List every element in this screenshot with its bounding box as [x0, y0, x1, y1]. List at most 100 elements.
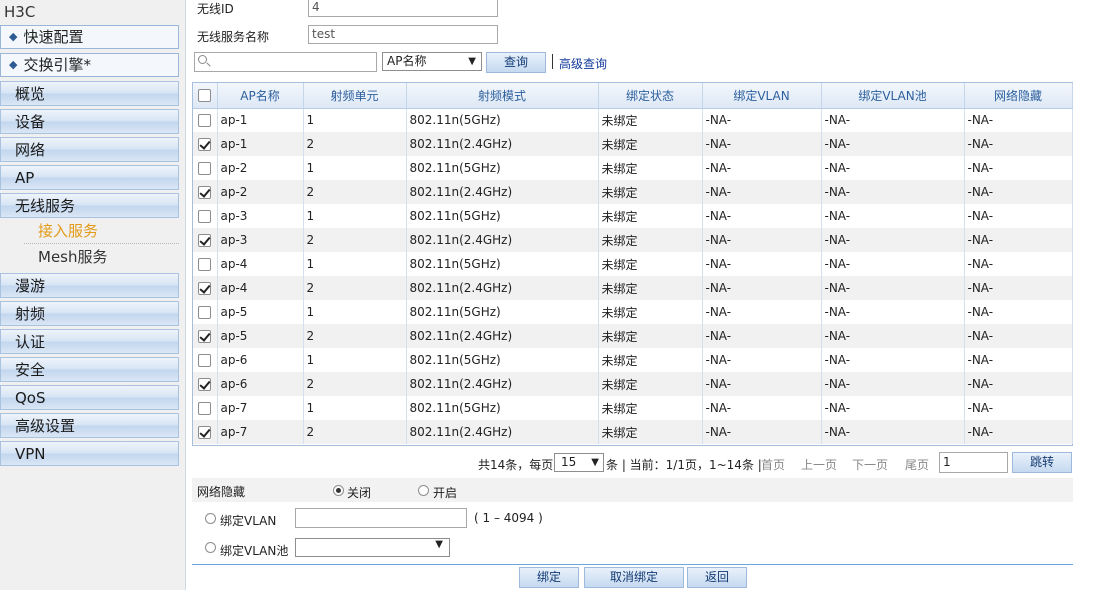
row-checkbox[interactable] — [198, 162, 212, 175]
table-row[interactable]: ap-6 1 802.11n(5GHz) 未绑定 -NA- -NA- -NA- — [193, 348, 1073, 372]
row-checkbox[interactable] — [198, 330, 212, 343]
table-row[interactable]: ap-5 1 802.11n(5GHz) 未绑定 -NA- -NA- -NA- — [193, 300, 1073, 324]
cell-bind-vlan-pool: -NA- — [821, 324, 965, 348]
back-button[interactable]: 返回 — [687, 567, 747, 588]
bind-vlan-radio[interactable] — [205, 513, 216, 524]
sidebar-item-auth[interactable]: 认证 — [0, 329, 179, 354]
cell-radio-unit: 2 — [303, 420, 407, 444]
cell-radio-unit: 1 — [303, 156, 407, 180]
sidebar-item-ap[interactable]: AP — [0, 165, 179, 190]
table-row[interactable]: ap-7 2 802.11n(2.4GHz) 未绑定 -NA- -NA- -NA- — [193, 420, 1073, 444]
row-checkbox[interactable] — [198, 114, 212, 128]
col-bind-vlan-pool[interactable]: 绑定VLAN池 — [821, 83, 965, 109]
sidebar-item-radio[interactable]: 射频 — [0, 301, 179, 326]
cell-bind-vlan-pool: -NA- — [821, 252, 965, 276]
pager-last[interactable]: 尾页 — [905, 456, 929, 473]
sidebar-item-vpn[interactable]: VPN — [0, 441, 179, 466]
row-checkbox[interactable] — [198, 402, 212, 415]
pager-prev[interactable]: 上一页 — [801, 456, 837, 473]
row-checkbox[interactable] — [198, 186, 212, 199]
service-name-field[interactable]: test — [308, 25, 498, 44]
table-row[interactable]: ap-3 2 802.11n(2.4GHz) 未绑定 -NA- -NA- -NA- — [193, 228, 1073, 252]
sidebar-sub-mesh-service[interactable]: Mesh服务 — [38, 245, 178, 269]
col-ap-name[interactable]: AP名称 — [217, 83, 304, 109]
hide-off-radio[interactable] — [333, 485, 344, 496]
sidebar-item-advanced[interactable]: 高级设置 — [0, 413, 179, 438]
table-row[interactable]: ap-1 1 802.11n(5GHz) 未绑定 -NA- -NA- -NA- — [193, 108, 1073, 132]
col-bind-vlan[interactable]: 绑定VLAN — [702, 83, 822, 109]
col-network-hidden[interactable]: 网络隐藏 — [964, 83, 1073, 109]
cell-radio-mode: 802.11n(2.4GHz) — [406, 228, 599, 252]
vlan-pool-select[interactable]: ▼ — [295, 538, 450, 557]
search-field-select[interactable]: AP名称 ▼ — [382, 52, 482, 71]
cell-network-hidden: -NA- — [964, 252, 1073, 276]
bind-vlan-pool-radio[interactable] — [205, 542, 216, 553]
table-row[interactable]: ap-2 1 802.11n(5GHz) 未绑定 -NA- -NA- -NA- — [193, 156, 1073, 180]
cell-bind-vlan-pool: -NA- — [821, 396, 965, 420]
cell-bind-vlan: -NA- — [702, 324, 822, 348]
cell-bind-status: 未绑定 — [598, 324, 703, 348]
service-name-label: 无线服务名称 — [197, 30, 270, 44]
wireless-id-field[interactable]: 4 — [308, 0, 498, 17]
col-radio-unit[interactable]: 射频单元 — [303, 83, 407, 109]
table-row[interactable]: ap-4 1 802.11n(5GHz) 未绑定 -NA- -NA- -NA- — [193, 252, 1073, 276]
cell-bind-vlan-pool: -NA- — [821, 156, 965, 180]
table-row[interactable]: ap-7 1 802.11n(5GHz) 未绑定 -NA- -NA- -NA- — [193, 396, 1073, 420]
bind-vlan-label: 绑定VLAN — [220, 514, 277, 528]
page-number-input[interactable]: 1 — [939, 452, 1008, 473]
table-row[interactable]: ap-2 2 802.11n(2.4GHz) 未绑定 -NA- -NA- -NA- — [193, 180, 1073, 204]
page-size-value: 15 — [561, 455, 577, 469]
sidebar-item-device[interactable]: 设备 — [0, 109, 179, 134]
row-checkbox[interactable] — [198, 282, 212, 295]
table-row[interactable]: ap-5 2 802.11n(2.4GHz) 未绑定 -NA- -NA- -NA- — [193, 324, 1073, 348]
cell-ap-name: ap-4 — [217, 252, 304, 276]
sidebar-quick-config[interactable]: ◆ 快速配置 — [0, 25, 179, 49]
row-checkbox[interactable] — [198, 306, 212, 319]
table-row[interactable]: ap-6 2 802.11n(2.4GHz) 未绑定 -NA- -NA- -NA- — [193, 372, 1073, 396]
col-radio-mode[interactable]: 射频模式 — [406, 83, 599, 109]
query-button[interactable]: 查询 — [486, 52, 546, 73]
cell-network-hidden: -NA- — [964, 228, 1073, 252]
table-row[interactable]: ap-1 2 802.11n(2.4GHz) 未绑定 -NA- -NA- -NA- — [193, 132, 1073, 156]
advanced-query-link[interactable]: 高级查询 — [559, 55, 607, 72]
main-content: 无线ID 4 无线服务名称 test AP名称 ▼ 查询 高级查询 AP名称 射… — [192, 0, 1093, 590]
cell-bind-vlan-pool: -NA- — [821, 180, 965, 204]
row-checkbox[interactable] — [198, 378, 212, 391]
row-checkbox[interactable] — [198, 258, 212, 271]
jump-button[interactable]: 跳转 — [1012, 452, 1072, 473]
cell-radio-mode: 802.11n(2.4GHz) — [406, 180, 599, 204]
sidebar-item-network[interactable]: 网络 — [0, 137, 179, 162]
sidebar-item-roaming[interactable]: 漫游 — [0, 273, 179, 298]
col-bind-status[interactable]: 绑定状态 — [598, 83, 703, 109]
row-checkbox[interactable] — [198, 354, 212, 367]
row-checkbox[interactable] — [198, 234, 212, 247]
row-checkbox[interactable] — [198, 426, 212, 439]
sidebar-item-wireless-service[interactable]: 无线服务 — [0, 193, 179, 218]
sidebar-item-security[interactable]: 安全 — [0, 357, 179, 382]
select-all-checkbox[interactable] — [198, 89, 212, 103]
sidebar-sub-access-service[interactable]: 接入服务 — [38, 219, 178, 243]
cell-network-hidden: -NA- — [964, 156, 1073, 180]
pager-first[interactable]: 首页 — [761, 456, 785, 473]
row-checkbox[interactable] — [198, 210, 212, 223]
vlan-input[interactable] — [295, 508, 467, 528]
cell-bind-vlan-pool: -NA- — [821, 276, 965, 300]
bind-button[interactable]: 绑定 — [519, 567, 579, 588]
unbind-button[interactable]: 取消绑定 — [584, 567, 684, 588]
cell-bind-vlan: -NA- — [702, 228, 822, 252]
sidebar-switch-engine[interactable]: ◆ 交换引擎* — [0, 53, 179, 77]
page-size-select[interactable]: 15 ▼ — [554, 453, 604, 472]
table-row[interactable]: ap-3 1 802.11n(5GHz) 未绑定 -NA- -NA- -NA- — [193, 204, 1073, 228]
network-hide-row: 网络隐藏 关闭 开启 — [192, 478, 1073, 502]
search-input[interactable] — [194, 52, 377, 72]
cell-ap-name: ap-2 — [217, 180, 304, 204]
cell-radio-mode: 802.11n(5GHz) — [406, 396, 599, 420]
cell-ap-name: ap-7 — [217, 396, 304, 420]
sidebar-item-qos[interactable]: QoS — [0, 385, 179, 410]
row-checkbox[interactable] — [198, 138, 212, 151]
hide-on-radio[interactable] — [418, 485, 429, 496]
cell-bind-vlan: -NA- — [702, 348, 822, 372]
pager-next[interactable]: 下一页 — [852, 456, 888, 473]
sidebar-item-overview[interactable]: 概览 — [0, 81, 179, 106]
table-row[interactable]: ap-4 2 802.11n(2.4GHz) 未绑定 -NA- -NA- -NA- — [193, 276, 1073, 300]
